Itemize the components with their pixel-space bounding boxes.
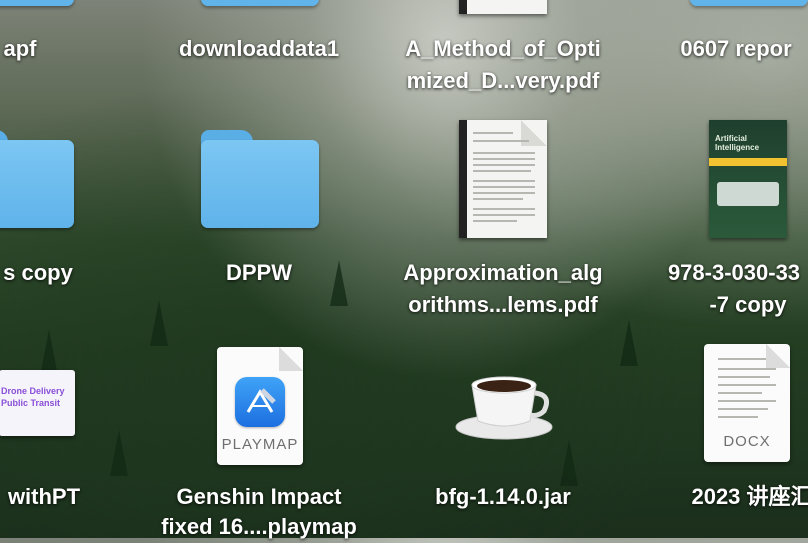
item-label: 0607 repor: [680, 36, 792, 61]
item-label: -7 copy: [709, 292, 787, 317]
item-label: apf: [3, 36, 37, 61]
thumbnail-text: Drone Delivery: [1, 386, 65, 396]
pdf-document-icon: [459, 0, 547, 14]
coffee-cup-icon: [452, 365, 556, 445]
playmap-document-icon: PLAYMAP: [217, 347, 303, 465]
item-label: downloaddata1: [178, 36, 340, 61]
item-label: mized_D...very.pdf: [406, 68, 600, 93]
item-label: fixed 16....playmap: [161, 514, 357, 539]
background-tree: [620, 320, 638, 366]
item-label: Approximation_alg: [403, 260, 603, 285]
folder-icon: [0, 0, 74, 8]
item-label: A_Method_of_Opti: [405, 36, 601, 61]
item-label: s copy: [3, 260, 73, 285]
docx-document-icon: DOCX: [704, 344, 790, 462]
thumbnail-text: Public Transit: [1, 398, 61, 408]
pdf-document-icon: [459, 120, 547, 238]
book-cover-title: Artificial Intelligence: [715, 134, 760, 152]
item-label: Genshin Impact: [176, 484, 342, 509]
book-cover-icon: Artificial Intelligence: [709, 120, 787, 238]
folder-icon: [201, 0, 319, 8]
hammer-icon: [235, 377, 285, 427]
folder-icon: [0, 130, 74, 230]
item-label: bfg-1.14.0.jar: [435, 484, 571, 509]
file-type-badge: PLAYMAP: [221, 436, 299, 453]
background-tree: [560, 440, 578, 486]
item-label: withPT: [7, 484, 81, 509]
slides-thumbnail-icon: Drone Delivery Public Transit: [0, 370, 75, 436]
folder-icon: [690, 0, 808, 8]
file-type-badge: DOCX: [723, 433, 771, 450]
background-tree: [150, 300, 168, 346]
item-label: orithms...lems.pdf: [408, 292, 598, 317]
folder-icon: [201, 130, 319, 230]
item-label: DPPW: [226, 260, 292, 285]
background-tree: [110, 430, 128, 476]
item-label: 978-3-030-33: [667, 260, 801, 285]
item-label: 2023 讲座汇: [691, 484, 808, 509]
